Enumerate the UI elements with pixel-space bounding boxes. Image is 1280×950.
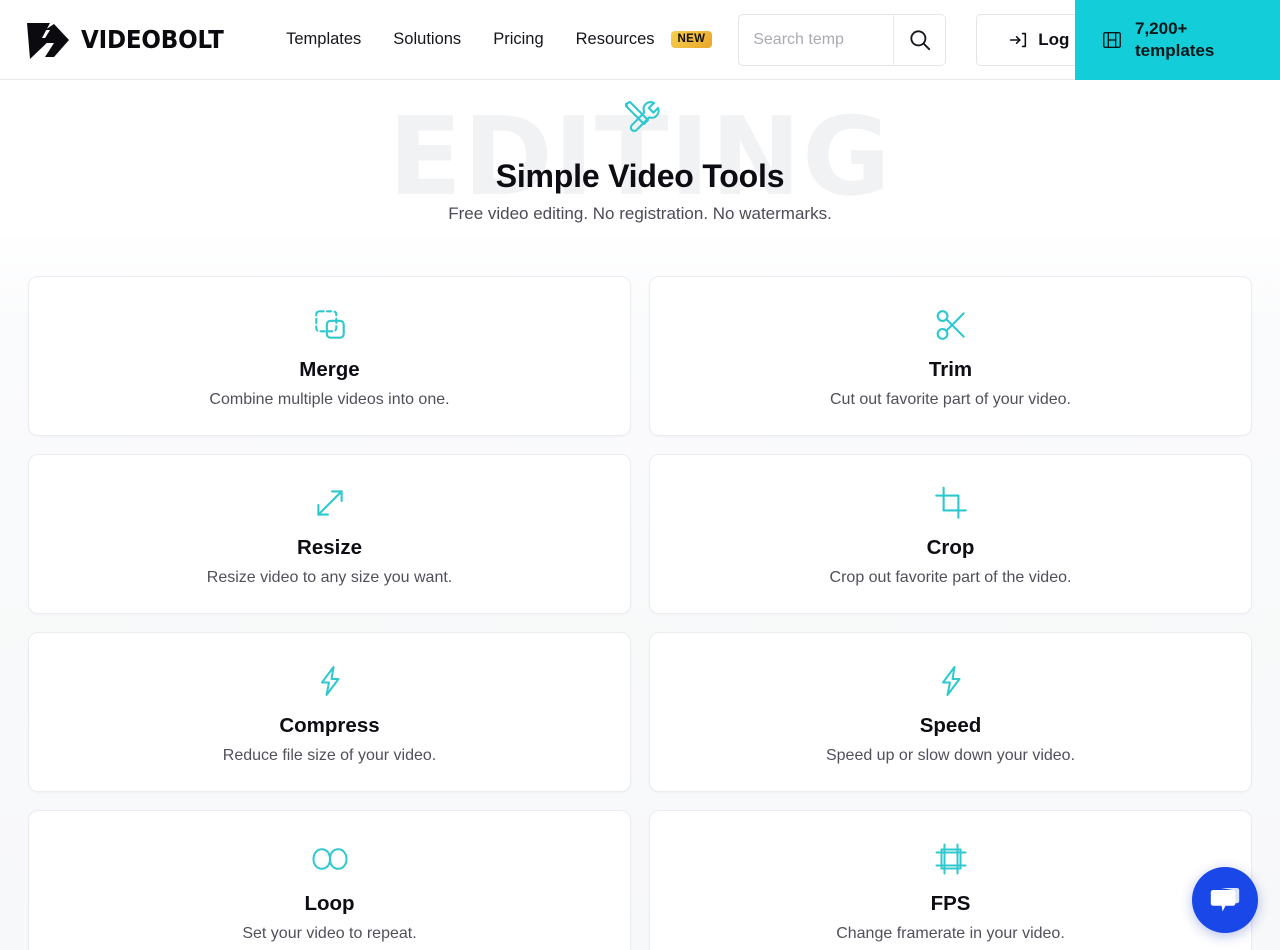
tool-card-fps[interactable]: FPS Change framerate in your video. bbox=[649, 810, 1252, 950]
bolt-icon bbox=[941, 665, 960, 696]
tool-title: Loop bbox=[304, 891, 355, 915]
nav-item-solutions[interactable]: Solutions bbox=[377, 30, 477, 49]
new-badge[interactable]: NEW bbox=[670, 30, 713, 49]
main-nav: Templates Solutions Pricing Resources NE… bbox=[270, 30, 716, 49]
templates-count-button[interactable]: 7,200+ templates bbox=[1075, 0, 1280, 80]
tool-title: Resize bbox=[297, 535, 362, 559]
tools-icon bbox=[624, 100, 660, 132]
search-button[interactable] bbox=[893, 14, 946, 65]
scissors-icon bbox=[936, 309, 965, 340]
tool-title: FPS bbox=[930, 891, 971, 915]
chat-bubbles-icon bbox=[1210, 888, 1240, 912]
frame-icon-wrap bbox=[933, 838, 969, 880]
tool-desc: Combine multiple videos into one. bbox=[209, 390, 450, 408]
logo-text: VIDEOBOLT bbox=[81, 25, 224, 54]
tool-card-merge[interactable]: Merge Combine multiple videos into one. bbox=[28, 276, 631, 436]
site-header: VIDEOBOLT Templates Solutions Pricing Re… bbox=[0, 0, 1280, 80]
tool-title: Crop bbox=[926, 535, 975, 559]
tool-card-speed[interactable]: Speed Speed up or slow down your video. bbox=[649, 632, 1252, 792]
crop-icon bbox=[934, 486, 967, 519]
scissors-icon-wrap bbox=[932, 304, 970, 346]
hero-section: EDITING Simple Video Tools Free video ed… bbox=[0, 80, 1280, 260]
videobolt-logo-icon bbox=[27, 22, 69, 59]
search-input[interactable] bbox=[739, 14, 894, 65]
resources-badge-wrap: NEW bbox=[670, 30, 717, 49]
search-box bbox=[738, 13, 947, 66]
resize-icon-wrap bbox=[311, 482, 349, 524]
tools-grid: Merge Combine multiple videos into one. … bbox=[28, 276, 1252, 950]
hero-icon-wrap bbox=[0, 94, 1280, 142]
tool-card-crop[interactable]: Crop Crop out favorite part of the video… bbox=[649, 454, 1252, 614]
page-subtitle: Free video editing. No registration. No … bbox=[448, 204, 832, 223]
chat-widget-button[interactable] bbox=[1192, 867, 1258, 933]
infinity-icon-wrap bbox=[310, 838, 350, 880]
bolt-icon-wrap-speed bbox=[933, 660, 969, 702]
crop-icon-wrap bbox=[932, 482, 970, 524]
nav-item-pricing[interactable]: Pricing bbox=[477, 30, 559, 49]
tool-title: Merge bbox=[299, 357, 360, 381]
tool-card-resize[interactable]: Resize Resize video to any size you want… bbox=[28, 454, 631, 614]
tool-card-loop[interactable]: Loop Set your video to repeat. bbox=[28, 810, 631, 950]
hero-content: Simple Video Tools Free video editing. N… bbox=[0, 94, 1280, 224]
tool-title: Speed bbox=[919, 713, 982, 737]
tool-card-compress[interactable]: Compress Reduce file size of your video. bbox=[28, 632, 631, 792]
nav-item-templates[interactable]: Templates bbox=[270, 30, 377, 49]
tool-desc: Set your video to repeat. bbox=[242, 924, 417, 942]
tool-desc: Reduce file size of your video. bbox=[222, 746, 437, 764]
logo[interactable]: VIDEOBOLT bbox=[24, 19, 236, 61]
tool-title: Compress bbox=[279, 713, 380, 737]
bolt-icon-wrap-compress bbox=[312, 660, 348, 702]
nav-item-resources[interactable]: Resources bbox=[560, 30, 671, 49]
tool-desc: Resize video to any size you want. bbox=[206, 568, 453, 586]
login-arrow-icon bbox=[1010, 32, 1027, 47]
resize-icon bbox=[316, 489, 343, 516]
merge-icon bbox=[314, 309, 345, 339]
infinity-icon bbox=[311, 847, 348, 870]
bolt-icon bbox=[320, 665, 339, 696]
page-title: Simple Video Tools bbox=[495, 158, 785, 194]
frame-icon bbox=[935, 843, 966, 874]
page-root: VIDEOBOLT Templates Solutions Pricing Re… bbox=[0, 0, 1280, 950]
tool-desc: Crop out favorite part of the video. bbox=[829, 568, 1072, 586]
tool-desc: Change framerate in your video. bbox=[836, 924, 1065, 942]
film-strip-icon bbox=[1103, 31, 1121, 49]
merge-icon-wrap bbox=[311, 304, 349, 346]
tool-title: Trim bbox=[928, 357, 973, 381]
tool-desc: Speed up or slow down your video. bbox=[825, 746, 1076, 764]
templates-count-label: 7,200+ templates bbox=[1135, 18, 1215, 60]
search-icon bbox=[910, 29, 930, 50]
tool-card-trim[interactable]: Trim Cut out favorite part of your video… bbox=[649, 276, 1252, 436]
tool-desc: Cut out favorite part of your video. bbox=[829, 390, 1071, 408]
